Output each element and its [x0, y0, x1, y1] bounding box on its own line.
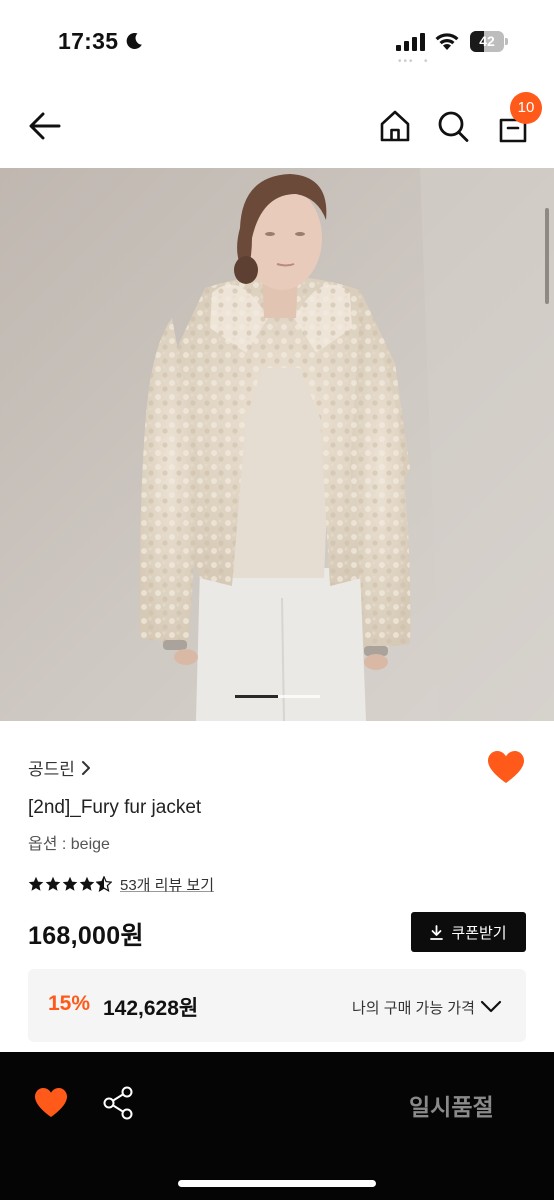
status-bar: 17:35 42 ••• •: [0, 0, 554, 84]
status-time: 17:35: [58, 28, 119, 54]
product-name: [2nd]_Fury fur jacket: [28, 797, 202, 818]
star-full-icon: [28, 876, 44, 891]
brand-link[interactable]: 공드린: [28, 755, 91, 780]
share-icon[interactable]: [102, 1085, 136, 1121]
product-price: 168,000원: [28, 922, 144, 950]
coupon-button-label: 쿠폰받기: [451, 924, 507, 942]
wifi-icon: [435, 33, 459, 50]
wishlist-heart-icon[interactable]: [487, 750, 525, 786]
carousel-active-segment: [235, 695, 278, 698]
status-dots: ••• •: [398, 56, 430, 67]
image-scrollbar[interactable]: [545, 208, 549, 304]
signal-icon: [396, 33, 425, 51]
search-icon[interactable]: [436, 108, 470, 144]
download-icon: [430, 924, 444, 940]
battery-indicator: 42: [470, 31, 508, 52]
discount-rate: 15%: [48, 992, 91, 1015]
star-half-icon: [96, 876, 112, 892]
back-arrow-icon[interactable]: [26, 108, 64, 144]
star-full-icon: [62, 876, 78, 891]
home-icon[interactable]: [378, 108, 412, 144]
carousel-indicator: [235, 695, 320, 698]
review-link[interactable]: 53개 리뷰 보기: [120, 874, 214, 895]
home-indicator: [178, 1180, 376, 1187]
nav-header: [0, 84, 554, 168]
star-full-icon: [79, 876, 95, 891]
star-full-icon: [45, 876, 61, 891]
coupon-button[interactable]: 쿠폰받기: [411, 912, 526, 952]
chevron-right-icon: [81, 760, 90, 775]
product-photo: [0, 168, 554, 721]
battery-level: 42: [479, 33, 495, 49]
bottom-action-bar: 일시품절: [0, 1052, 554, 1200]
my-price-box[interactable]: 15% 142,628원 나의 구매 가능 가격: [28, 969, 526, 1042]
product-image[interactable]: [0, 168, 554, 721]
my-price-label: 나의 구매 가능 가격: [352, 1000, 475, 1017]
product-option: 옵션 : beige: [28, 836, 110, 853]
rating-row: 53개 리뷰 보기: [28, 873, 214, 895]
chevron-down-icon[interactable]: [480, 996, 502, 1016]
rating-stars: [28, 876, 112, 892]
cart-badge[interactable]: 10: [510, 92, 542, 124]
moon-icon: [126, 32, 142, 49]
brand-name: 공드린: [28, 760, 75, 779]
heart-icon[interactable]: [34, 1087, 68, 1119]
discount-price: 142,628원: [103, 997, 199, 1020]
soldout-label: 일시품절: [409, 1094, 494, 1120]
